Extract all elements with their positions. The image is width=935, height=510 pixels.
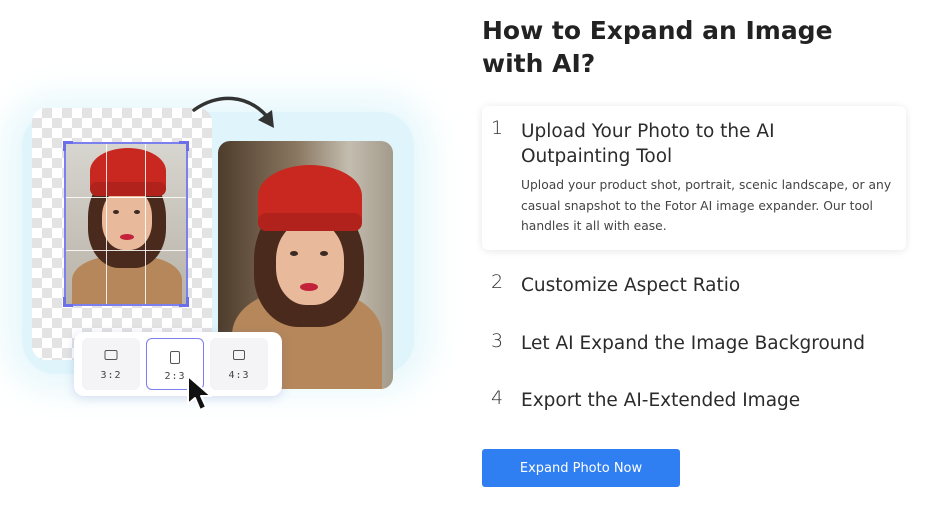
ratio-label: 4:3 bbox=[228, 370, 250, 381]
step-title: Customize Aspect Ratio bbox=[521, 275, 741, 296]
landscape-ratio-icon bbox=[104, 350, 118, 360]
crop-frame[interactable] bbox=[63, 141, 189, 307]
aspect-ratio-selector: 3:2 2:3 4:3 bbox=[74, 332, 282, 396]
crop-handle-bottom-right[interactable] bbox=[179, 297, 189, 307]
crop-handle-top-left[interactable] bbox=[63, 141, 73, 151]
step-number: 2 bbox=[491, 271, 504, 293]
step-title: Export the AI-Extended Image bbox=[521, 390, 801, 411]
ratio-option-4-3[interactable]: 4:3 bbox=[210, 338, 268, 390]
step-number: 4 bbox=[491, 387, 504, 409]
step-description: Upload your product shot, portrait, scen… bbox=[521, 178, 892, 233]
ratio-option-3-2[interactable]: 3:2 bbox=[82, 338, 140, 390]
curved-arrow-icon bbox=[192, 96, 274, 128]
portrait-ratio-icon bbox=[170, 351, 180, 364]
mouse-pointer-icon bbox=[187, 375, 212, 411]
step-title: Let AI Expand the Image Background bbox=[521, 333, 865, 354]
step-number: 1 bbox=[491, 117, 504, 139]
step-title: Upload Your Photo to the AI Outpainting … bbox=[521, 121, 775, 167]
expand-photo-button[interactable]: Expand Photo Now bbox=[482, 449, 680, 487]
ratio-label: 3:2 bbox=[100, 370, 122, 381]
landscape-ratio-icon bbox=[233, 350, 245, 360]
step-number: 3 bbox=[491, 330, 504, 352]
crop-handle-top-right[interactable] bbox=[179, 141, 189, 151]
section-heading: How to Expand an Image with AI? bbox=[482, 16, 833, 78]
expand-illustration: 3:2 2:3 4:3 bbox=[0, 0, 460, 510]
crop-handle-bottom-left[interactable] bbox=[63, 297, 73, 307]
